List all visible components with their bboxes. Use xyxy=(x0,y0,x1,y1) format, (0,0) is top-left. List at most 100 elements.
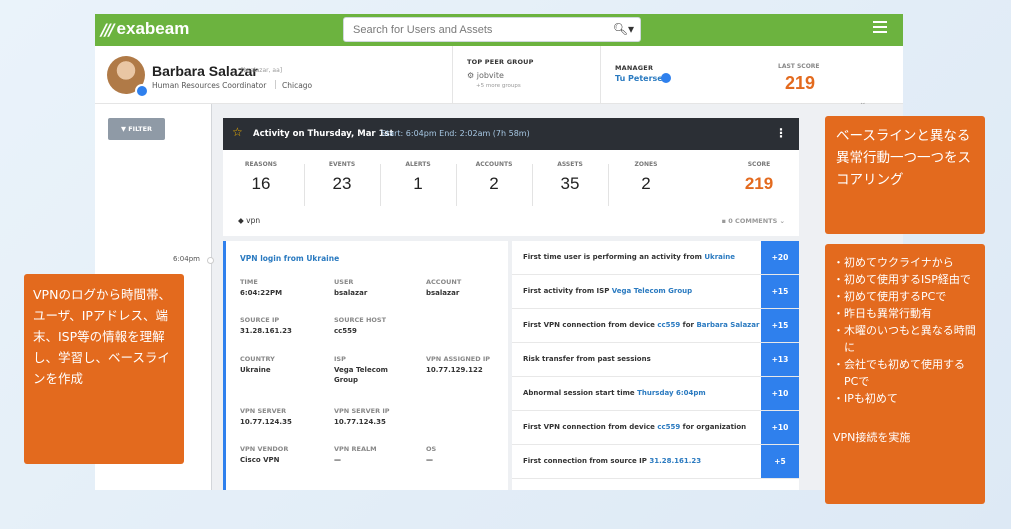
logo-mark-icon: /// xyxy=(101,19,114,39)
manager-label: MANAGER xyxy=(615,64,654,72)
star-icon[interactable]: ☆ xyxy=(232,125,243,139)
tag-label: vpn xyxy=(246,216,261,225)
field-label: VPN VENDOR xyxy=(240,445,289,453)
field-value: — xyxy=(334,456,341,464)
filter-button[interactable]: ▼︎ FILTER xyxy=(108,118,165,140)
stat-reasons[interactable]: REASONS 16 xyxy=(223,150,299,206)
stat-value: 16 xyxy=(251,174,271,193)
reason-text: First activity from ISP Vega Telecom Gro… xyxy=(523,287,693,295)
exabeam-logo[interactable]: /// exabeam xyxy=(101,19,189,39)
stat-value: 23 xyxy=(332,174,352,193)
reason-row[interactable]: First activity from ISP Vega Telecom Gro… xyxy=(512,275,799,309)
field-label: VPN SERVER IP xyxy=(334,407,390,415)
field-value: 10.77.124.35 xyxy=(240,418,292,426)
field-label: USER xyxy=(334,278,354,286)
field-label: SOURCE IP xyxy=(240,316,280,324)
peer-group-value[interactable]: ⚙ jobvite xyxy=(467,71,504,80)
field-value: bsalazar xyxy=(426,289,460,297)
reason-score: +10 xyxy=(761,377,799,410)
field-value: Cisco VPN xyxy=(240,456,280,464)
activity-header: ☆ Activity on Thursday, Mar 1st Start: 6… xyxy=(223,118,799,150)
peer-group-label: TOP PEER GROUP xyxy=(467,58,534,66)
reason-text: First VPN connection from device cc559 f… xyxy=(523,321,760,329)
activity-times: Start: 6:04pm End: 2:02am (7h 58m) xyxy=(381,129,530,138)
field-value: bsalazar xyxy=(334,289,368,297)
stat-value: 2 xyxy=(489,174,499,193)
stat-score: SCORE 219 xyxy=(721,150,797,206)
reason-row[interactable]: First time user is performing an activit… xyxy=(512,241,799,275)
field-value: 6:04:22PM xyxy=(240,289,283,297)
reason-row[interactable]: First VPN connection from device cc559 f… xyxy=(512,309,799,343)
user-profile-header: Barbara Salazar [bsalazar, aa] Human Res… xyxy=(95,46,903,108)
stat-value: 219 xyxy=(744,174,774,193)
peer-group-more-link[interactable]: +5 more groups xyxy=(476,83,521,89)
field-label: ACCOUNT xyxy=(426,278,462,286)
search-box: 🔍︎▾ xyxy=(343,17,641,42)
reason-score: +10 xyxy=(761,411,799,444)
user-city: Chicago xyxy=(282,81,313,90)
field-value: 10.77.129.122 xyxy=(426,366,483,374)
stat-alerts[interactable]: ALERTS 1 xyxy=(380,150,456,206)
reason-score: +13 xyxy=(761,343,799,376)
app-window: /// exabeam 🔍︎▾ Barbara Salazar [bsalaza… xyxy=(95,14,903,490)
reason-row[interactable]: First VPN connection from device cc559 f… xyxy=(512,411,799,445)
stat-label: ACCOUNTS xyxy=(475,161,513,168)
field-label: VPN SERVER xyxy=(240,407,287,415)
activity-title: Activity on Thursday, Mar 1st xyxy=(253,129,394,139)
reason-row[interactable]: Abnormal session start time Thursday 6:0… xyxy=(512,377,799,411)
field-label: TIME xyxy=(240,278,258,286)
stat-label: REASONS xyxy=(244,161,278,168)
phone-icon xyxy=(661,73,671,83)
comments-toggle[interactable]: ▪ 0 COMMENTS ⌄ xyxy=(722,217,785,225)
search-icon[interactable]: 🔍︎▾ xyxy=(613,22,634,36)
stat-events[interactable]: EVENTS 23 xyxy=(304,150,380,206)
field-value: 31.28.161.23 xyxy=(240,327,292,335)
reason-text: First VPN connection from device cc559 f… xyxy=(523,423,747,431)
stat-label: EVENTS xyxy=(328,161,356,168)
field-label: OS xyxy=(426,445,437,453)
field-label: VPN REALM xyxy=(334,445,377,453)
field-value: Vega Telecom Group xyxy=(334,366,388,384)
reason-score: +15 xyxy=(761,275,799,308)
user-handle: [bsalazar, aa] xyxy=(241,67,283,74)
phone-badge-icon xyxy=(135,84,149,98)
reason-text: First connection from source IP 31.28.16… xyxy=(523,457,702,465)
menu-icon[interactable] xyxy=(873,21,887,36)
more-options-icon[interactable]: ⋮ xyxy=(775,126,787,140)
timeline-line xyxy=(211,104,212,490)
annotation-baseline-learning: VPNのログから時間帯、ユーザ、IPアドレス、端末、ISP等の情報を理解し、学習… xyxy=(24,274,184,464)
last-score-value: 219 xyxy=(785,73,816,93)
reason-score: +20 xyxy=(761,241,799,274)
field-label: COUNTRY xyxy=(240,355,275,363)
reason-row[interactable]: Risk transfer from past sessions +13 xyxy=(512,343,799,377)
search-input[interactable] xyxy=(344,18,604,42)
stat-accounts[interactable]: ACCOUNTS 2 xyxy=(456,150,532,206)
filter-label: FILTER xyxy=(128,125,153,133)
reason-text: First time user is performing an activit… xyxy=(523,253,736,261)
reason-score: +5 xyxy=(761,445,799,478)
reason-row[interactable]: First connection from source IP 31.28.16… xyxy=(512,445,799,479)
stat-assets[interactable]: ASSETS 35 xyxy=(532,150,608,206)
field-value: cc559 xyxy=(334,327,357,335)
last-score-label: LAST SCORE xyxy=(778,63,820,70)
divider xyxy=(275,80,276,89)
anomaly-item: ・会社でも初めて使用するPCで xyxy=(833,358,965,388)
stat-label: SCORE xyxy=(747,161,771,168)
stat-value: 1 xyxy=(413,174,423,193)
user-role: Human Resources Coordinator xyxy=(152,81,267,90)
field-value: — xyxy=(426,456,433,464)
field-value: Ukraine xyxy=(240,366,271,374)
anomaly-item: ・木曜のいつもと異なる時間に xyxy=(833,324,976,354)
vpn-event-title[interactable]: VPN login from Ukraine xyxy=(240,254,339,263)
anomaly-item: ・昨日も異常行動有 xyxy=(833,307,932,320)
field-value: 10.77.124.35 xyxy=(334,418,386,426)
peer-group-icon: ⚙ xyxy=(467,71,475,80)
stat-zones[interactable]: ZONES 2 xyxy=(608,150,684,206)
stat-value: 2 xyxy=(641,174,651,193)
stat-label: ZONES xyxy=(634,161,658,168)
comment-icon: ▪ xyxy=(721,217,726,225)
vpn-event-card: VPN login from Ukraine TIME 6:04:22PM US… xyxy=(223,241,508,490)
session-tag[interactable]: ◆ vpn xyxy=(238,216,260,225)
peer-group-name: jobvite xyxy=(476,71,504,80)
anomaly-item: ・初めて使用するISP経由で xyxy=(833,273,971,286)
